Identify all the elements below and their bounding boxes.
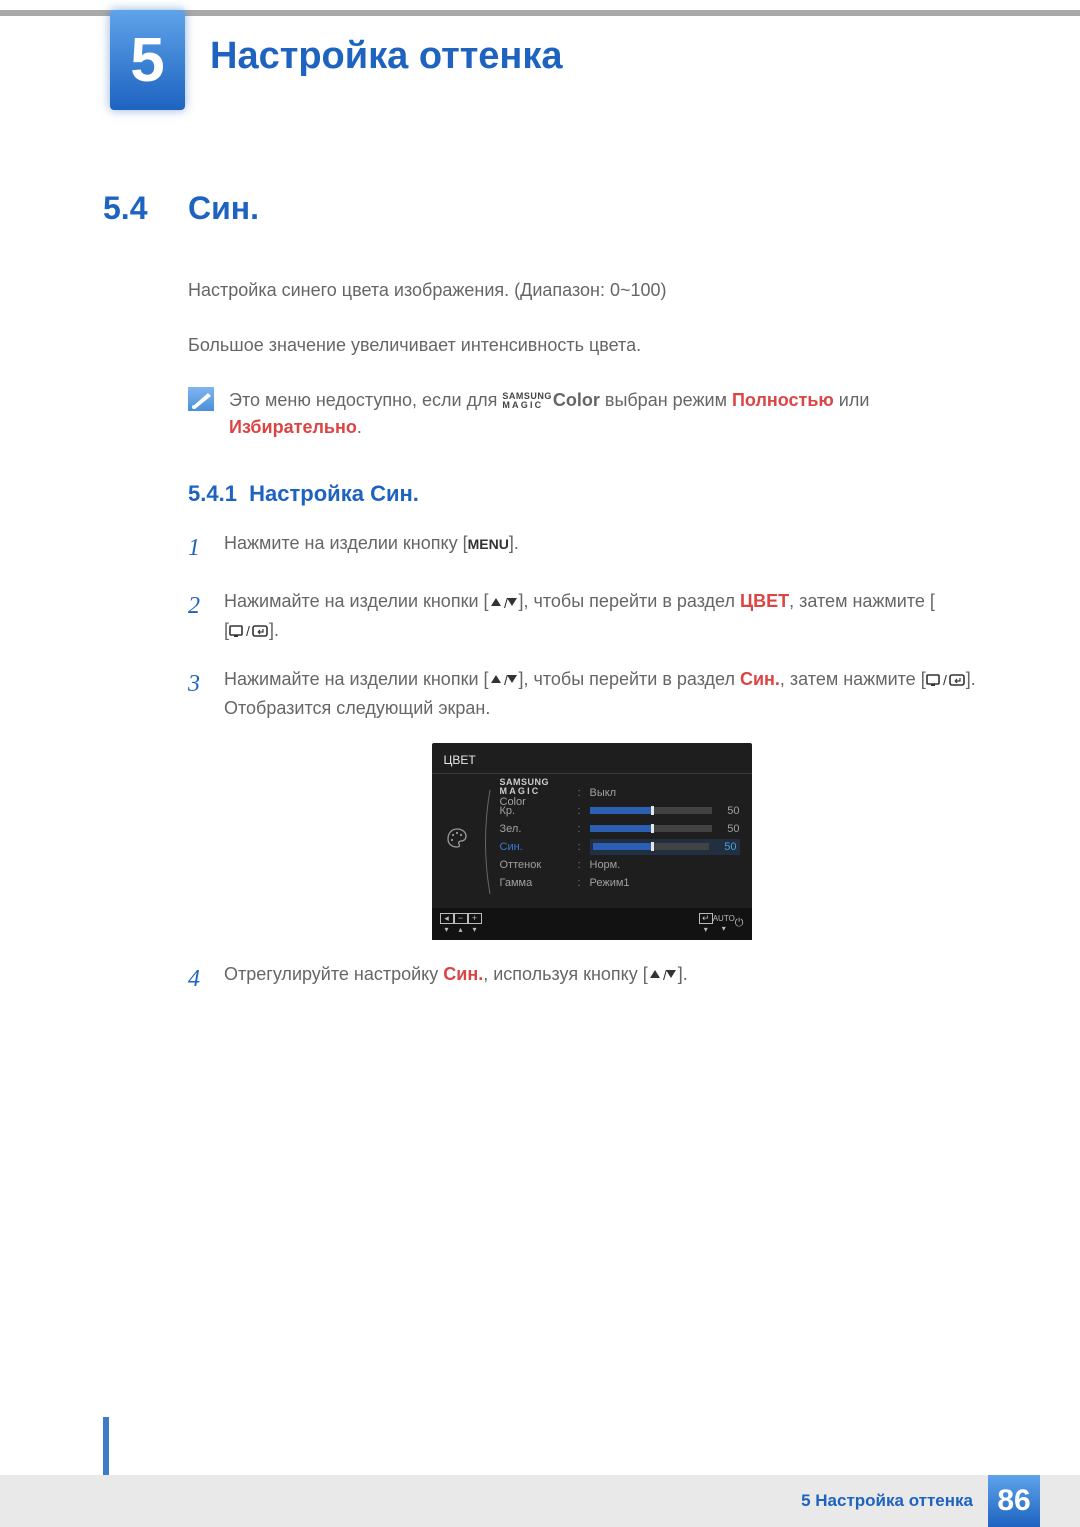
content: 5.4 Син. Настройка синего цвета изображе… [103, 190, 995, 1018]
osd-arc [480, 784, 490, 892]
up-down-icon: / [489, 596, 519, 610]
note-icon [188, 387, 214, 411]
step-1: 1 Нажмите на изделии кнопку [MENU]. [188, 529, 995, 567]
osd-btn-back: ◂▾ [440, 913, 454, 934]
samsung-magic-label: SAMSUNGMAGIC [502, 392, 552, 410]
up-down-icon: / [489, 673, 519, 687]
osd-row-blue: Син. : 50 [500, 838, 740, 856]
chapter-number: 5 [130, 25, 164, 96]
chapter-title: Настройка оттенка [210, 35, 563, 78]
osd-btn-minus: −▴ [454, 913, 468, 934]
section-heading: 5.4 Син. [103, 190, 995, 227]
section-title: Син. [188, 190, 259, 227]
svg-text:/: / [943, 673, 947, 687]
osd-row-red: Кр. : 50 [500, 802, 740, 820]
source-enter-icon: / [229, 624, 269, 638]
page-number: 86 [988, 1475, 1040, 1527]
step-2: 2 Нажимайте на изделии кнопки [/], чтобы… [188, 587, 995, 645]
palette-icon [444, 784, 470, 892]
osd-row-magic: SAMSUNGMAGIC Color : Выкл [500, 784, 740, 802]
osd-panel: ЦВЕТ SAMSUNGMAGIC Color : Выкл Кр. [432, 743, 752, 940]
svg-text:/: / [246, 624, 250, 638]
step-4: 4 Отрегулируйте настройку Син., использу… [188, 960, 995, 998]
osd-row-gamma: Гамма : Режим1 [500, 874, 740, 892]
note-text: Это меню недоступно, если для SAMSUNGMAG… [229, 387, 995, 441]
note: Это меню недоступно, если для SAMSUNGMAG… [188, 387, 995, 441]
steps-list: 1 Нажмите на изделии кнопку [MENU]. 2 На… [188, 529, 995, 998]
chapter-badge: 5 [110, 10, 185, 110]
paragraph-1: Настройка синего цвета изображения. (Диа… [188, 277, 995, 304]
osd-btn-power: ⏻ [735, 917, 744, 930]
up-down-icon: / [648, 968, 678, 982]
footer-accent [103, 1417, 109, 1475]
osd-row-tint: Оттенок : Норм. [500, 856, 740, 874]
menu-button-label: MENU [468, 536, 509, 552]
osd-controls: ◂▾ −▴ +▾ ↵▾ AUTO▾ ⏻ [432, 908, 752, 940]
subsection-heading: 5.4.1 Настройка Син. [188, 481, 995, 507]
osd-row-green: Зел. : 50 [500, 820, 740, 838]
osd-btn-auto: AUTO▾ [713, 914, 735, 933]
footer: 5 Настройка оттенка 86 [0, 1475, 1080, 1527]
osd-btn-enter: ↵▾ [699, 913, 713, 934]
footer-text: 5 Настройка оттенка [801, 1491, 973, 1511]
source-enter-icon: / [926, 673, 966, 687]
section-number: 5.4 [103, 190, 163, 227]
osd-btn-plus: +▾ [468, 913, 482, 934]
step-3: 3 Нажимайте на изделии кнопки [/], чтобы… [188, 665, 995, 723]
paragraph-2: Большое значение увеличивает интенсивнос… [188, 332, 995, 359]
osd-title: ЦВЕТ [432, 753, 752, 773]
